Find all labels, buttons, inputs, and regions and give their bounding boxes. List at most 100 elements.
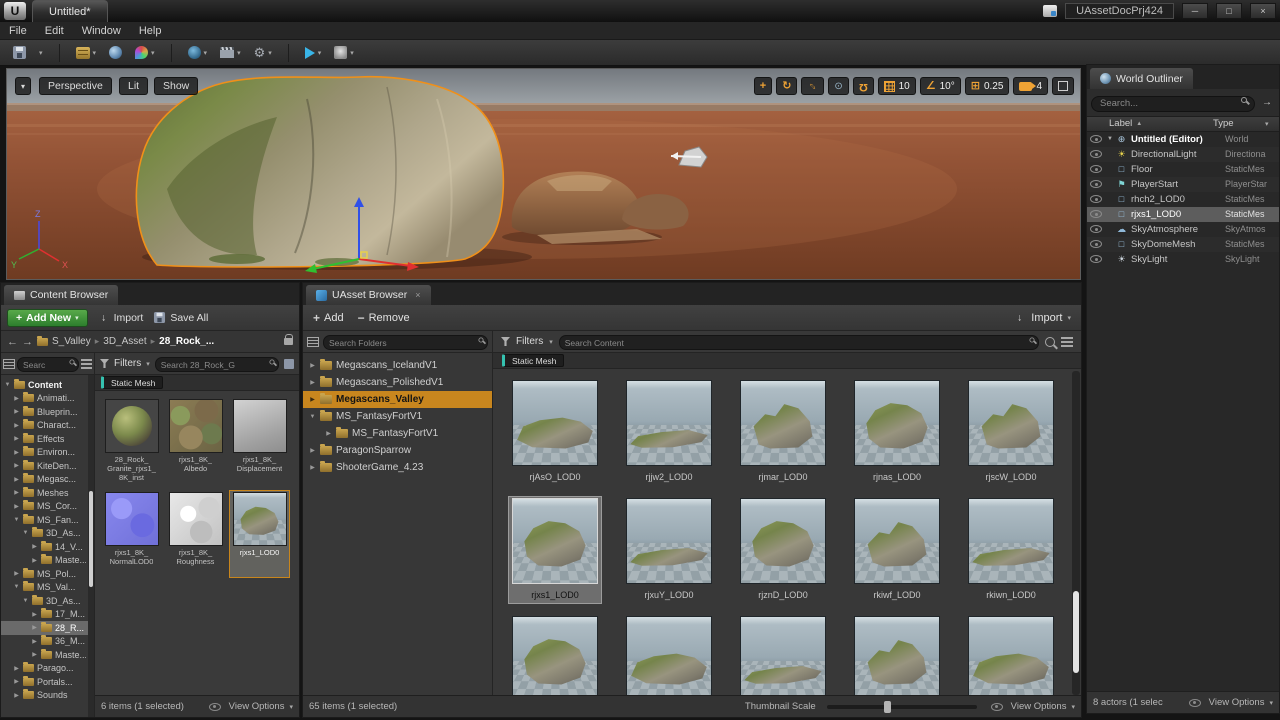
expander-icon[interactable]: ▼ xyxy=(22,530,29,536)
expander-icon[interactable]: ▶ xyxy=(13,489,20,496)
content-tree-item[interactable]: ▶Effects xyxy=(1,432,94,446)
asset-tile[interactable] xyxy=(965,615,1057,695)
expander-icon[interactable]: ▶ xyxy=(309,396,316,403)
asset-tile[interactable]: rjxs1_8K_ Displacement xyxy=(229,397,290,485)
scale-tool-button[interactable]: ⇔ xyxy=(801,77,824,95)
viewport-options-button[interactable]: ▾ xyxy=(15,77,31,95)
asset-tile[interactable] xyxy=(851,615,943,695)
thumbnail-scale-slider[interactable] xyxy=(827,705,977,709)
expander-icon[interactable]: ▶ xyxy=(13,435,20,442)
expander-icon[interactable]: ▶ xyxy=(13,476,20,483)
uasset-folder-item[interactable]: ▶Megascans_PolishedV1 xyxy=(303,374,492,391)
uasset-folder-item[interactable]: ▶MS_FantasyFortV1 xyxy=(303,425,492,442)
slider-handle[interactable] xyxy=(884,701,891,713)
show-button[interactable]: Show xyxy=(154,77,198,95)
expander-icon[interactable]: ▼ xyxy=(22,598,29,604)
settings-button[interactable]: ▾ xyxy=(130,44,160,61)
sources-toggle-icon[interactable] xyxy=(307,337,319,347)
expander-icon[interactable]: ▶ xyxy=(13,449,20,456)
expander-icon[interactable]: ▶ xyxy=(13,665,20,672)
level-tab[interactable]: Untitled* xyxy=(32,0,108,22)
cinematics-button[interactable]: ▾ xyxy=(215,45,246,60)
content-tree-item[interactable]: ▶Environ... xyxy=(1,446,94,460)
build-button[interactable]: ⚙▾ xyxy=(249,44,277,61)
outliner-row[interactable]: ☁ SkyAtmosphere SkyAtmos xyxy=(1087,222,1279,237)
visibility-eye-icon[interactable] xyxy=(1090,210,1102,218)
expander-icon[interactable]: ▶ xyxy=(13,692,20,699)
jump-to-actor-icon[interactable]: → xyxy=(1259,94,1275,110)
visibility-eye-icon[interactable] xyxy=(1090,240,1102,248)
content-tree-item[interactable]: ▶Blueprin... xyxy=(1,405,94,419)
asset-tile[interactable]: rjxs1_8K_ Albedo xyxy=(165,397,226,485)
expander-icon[interactable]: ▶ xyxy=(31,611,38,618)
lit-mode-button[interactable]: Lit xyxy=(119,77,148,95)
close-icon[interactable]: × xyxy=(415,290,420,300)
expander-icon[interactable]: ▶ xyxy=(31,624,38,631)
outliner-row[interactable]: ⚑ PlayerStart PlayerStar xyxy=(1087,177,1279,192)
visibility-eye-icon[interactable] xyxy=(1090,195,1102,203)
tree-scrollbar[interactable] xyxy=(88,375,94,717)
play-button[interactable]: ▾ xyxy=(300,45,327,61)
expander-icon[interactable]: ▶ xyxy=(309,464,316,471)
grid-scrollbar[interactable] xyxy=(1072,371,1080,695)
content-tree-item[interactable]: ▶Charact... xyxy=(1,419,94,433)
content-tree-item[interactable]: ▶14_V... xyxy=(1,540,94,554)
expander-icon[interactable]: ▶ xyxy=(31,638,38,645)
breadcrumb-current[interactable]: 28_Rock_... xyxy=(159,336,214,347)
uasset-add-button[interactable]: + Add xyxy=(313,312,344,324)
asset-tile[interactable] xyxy=(509,615,601,695)
expander-icon[interactable]: ▼ xyxy=(1105,136,1115,142)
translate-tool-button[interactable]: + xyxy=(754,77,772,95)
uasset-folder-item[interactable]: ▼MS_FantasyFortV1 xyxy=(303,408,492,425)
uasset-folder-item[interactable]: ▶ShooterGame_4.23 xyxy=(303,459,492,476)
uasset-filters-button[interactable]: Filters xyxy=(516,336,543,347)
asset-tile[interactable]: rjxuY_LOD0 xyxy=(623,497,715,603)
outliner-row[interactable]: □ Floor StaticMes xyxy=(1087,162,1279,177)
surface-snap-button[interactable]: Ω xyxy=(853,77,874,95)
save-search-icon[interactable] xyxy=(284,359,294,369)
scale-snap-button[interactable]: ⊞ 0.25 xyxy=(965,77,1010,95)
expander-icon[interactable]: ▶ xyxy=(13,408,20,415)
column-type[interactable]: Type xyxy=(1213,118,1265,129)
list-view-icon[interactable] xyxy=(81,359,92,369)
breadcrumb[interactable]: S_Valley xyxy=(52,336,91,347)
column-label[interactable]: Label▲ xyxy=(1087,118,1213,129)
expander-icon[interactable]: ▼ xyxy=(13,584,20,590)
content-tree-item[interactable]: ▶Parago... xyxy=(1,662,94,676)
content-tree-item[interactable]: ▶Sounds xyxy=(1,689,94,703)
content-tree-item[interactable]: ▶17_M... xyxy=(1,608,94,622)
rotate-tool-button[interactable]: ↻ xyxy=(776,77,797,95)
save-button[interactable] xyxy=(8,44,31,61)
visibility-eye-icon[interactable] xyxy=(1090,165,1102,173)
filters-button[interactable]: Filters xyxy=(114,358,141,369)
content-tree-item[interactable]: ▶MS_Pol... xyxy=(1,567,94,581)
menu-edit[interactable]: Edit xyxy=(36,24,73,38)
close-button[interactable]: × xyxy=(1250,3,1276,19)
filter-chip-static-mesh[interactable]: Static Mesh xyxy=(502,354,564,367)
expander-icon[interactable]: ▼ xyxy=(13,517,20,523)
expander-icon[interactable]: ▶ xyxy=(309,379,316,386)
asset-tile-selected[interactable]: rjxs1_LOD0 xyxy=(229,490,290,578)
asset-search-input[interactable] xyxy=(155,357,279,372)
menu-file[interactable]: File xyxy=(0,24,36,38)
save-all-button[interactable]: Save All xyxy=(153,311,208,324)
minimize-button[interactable]: ─ xyxy=(1182,3,1208,19)
tab-world-outliner[interactable]: World Outliner xyxy=(1090,68,1193,89)
breadcrumb[interactable]: 3D_Asset xyxy=(103,336,146,347)
title-bar[interactable]: U Untitled* UAssetDocPrj424 ─ □ × xyxy=(0,0,1280,22)
uasset-view-options[interactable]: View Options xyxy=(1011,701,1067,712)
uasset-import-button[interactable]: → Import ▾ xyxy=(1014,312,1071,324)
expander-icon[interactable]: ▶ xyxy=(13,503,20,510)
content-tree-item[interactable]: ▶KiteDen... xyxy=(1,459,94,473)
world-local-toggle[interactable]: ⊙ xyxy=(828,77,848,95)
launch-button[interactable]: ▾ xyxy=(329,44,359,61)
blueprints-button[interactable]: ▾ xyxy=(183,44,213,61)
settings-sliders-icon[interactable] xyxy=(1061,337,1073,347)
content-tree-item[interactable]: ▶Meshes xyxy=(1,486,94,500)
scrollbar-thumb[interactable] xyxy=(1073,591,1079,673)
column-options-icon[interactable]: ▾ xyxy=(1265,120,1279,128)
outliner-search-input[interactable] xyxy=(1091,96,1255,112)
grid-snap-button[interactable]: 10 xyxy=(878,77,916,95)
marketplace-button[interactable] xyxy=(104,44,127,61)
content-tree-item[interactable]: ▶Megasc... xyxy=(1,473,94,487)
